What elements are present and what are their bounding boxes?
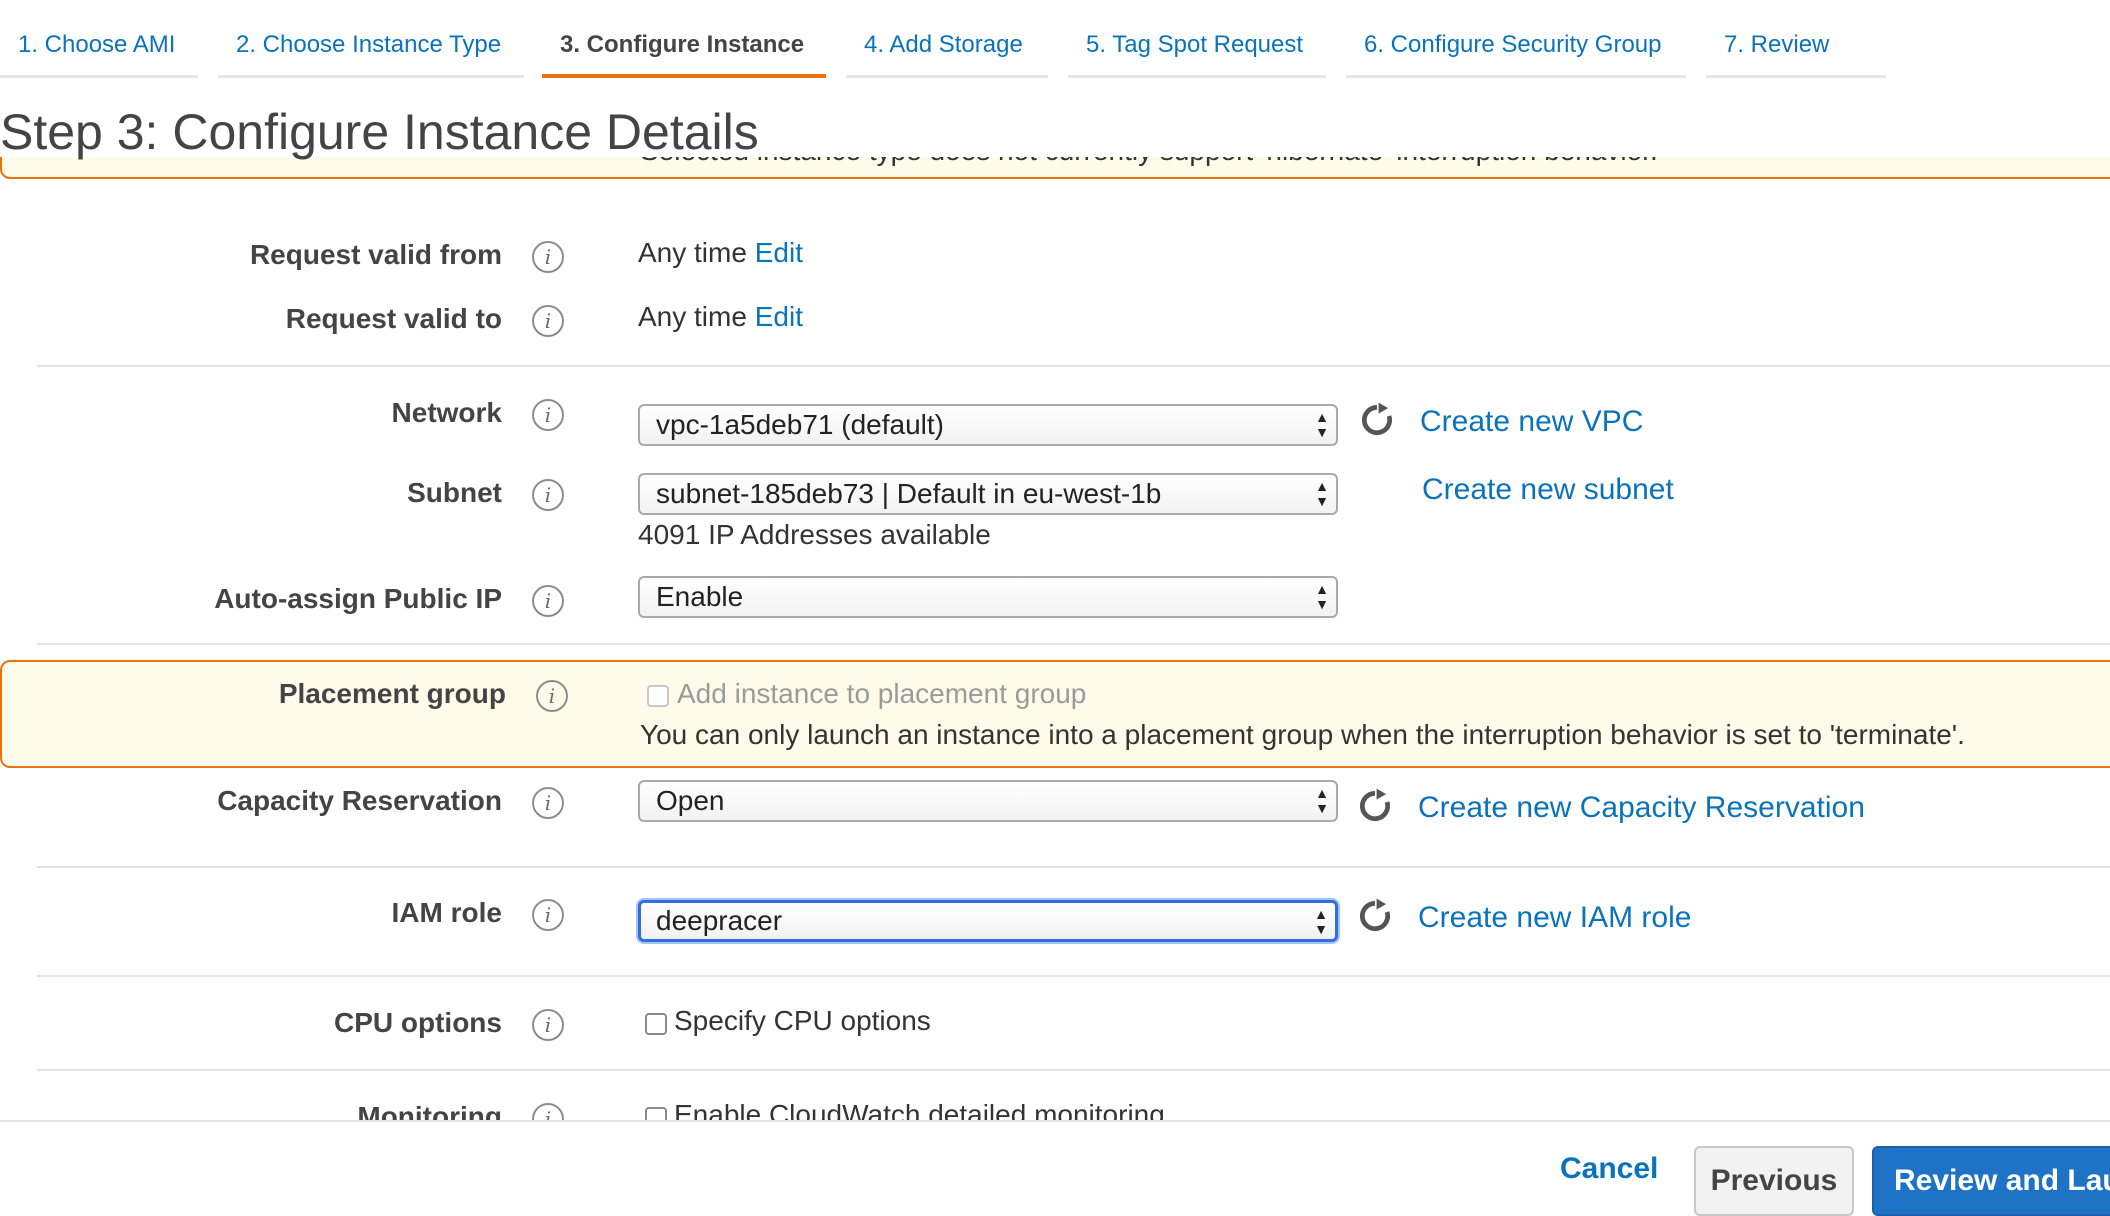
wizard-tabs: 1. Choose AMI 2. Choose Instance Type 3.… xyxy=(0,0,2110,78)
info-icon[interactable]: i xyxy=(532,899,564,931)
divider xyxy=(37,975,2110,977)
tab-choose-instance-type[interactable]: 2. Choose Instance Type xyxy=(218,0,524,78)
placement-group-label: Placement group xyxy=(278,678,506,709)
monitoring-checkbox[interactable] xyxy=(645,1107,667,1120)
cpu-options-label: CPU options xyxy=(334,1007,502,1038)
auto-assign-ip-select[interactable]: Enable ▲ ▼ xyxy=(638,576,1338,618)
info-icon[interactable]: i xyxy=(532,787,564,819)
monitoring-checkbox-label: Enable CloudWatch detailed monitoring xyxy=(674,1099,1165,1120)
info-icon[interactable]: i xyxy=(532,305,564,337)
auto-assign-ip-label: Auto-assign Public IP xyxy=(214,583,502,614)
subnet-label: Subnet xyxy=(407,477,502,508)
select-arrows-icon: ▲ ▼ xyxy=(1315,785,1329,816)
iam-role-select[interactable]: deepracer ▲ ▼ xyxy=(638,900,1338,942)
tab-configure-security-group[interactable]: 6. Configure Security Group xyxy=(1346,0,1686,78)
iam-role-label: IAM role xyxy=(391,897,502,928)
refresh-icon[interactable] xyxy=(1356,787,1394,825)
divider xyxy=(37,643,2110,645)
divider xyxy=(37,365,2110,367)
configure-instance-form[interactable]: Selected instance type does not currentl… xyxy=(0,157,2110,1120)
placement-group-checkbox[interactable] xyxy=(647,685,669,707)
select-arrows-icon: ▲ ▼ xyxy=(1315,478,1329,509)
tab-add-storage[interactable]: 4. Add Storage xyxy=(846,0,1048,78)
network-label: Network xyxy=(391,397,502,428)
subnet-select[interactable]: subnet-185deb73 | Default in eu-west-1b … xyxy=(638,473,1338,515)
network-select[interactable]: vpc-1a5deb71 (default) ▲ ▼ xyxy=(638,404,1338,446)
select-arrows-icon: ▲ ▼ xyxy=(1315,581,1329,612)
request-valid-from-edit-link[interactable]: Edit xyxy=(755,237,803,268)
select-arrows-icon: ▲ ▼ xyxy=(1314,906,1328,937)
placement-group-checkbox-label: Add instance to placement group xyxy=(677,678,1087,709)
request-valid-to-value: Any time Edit xyxy=(638,301,803,332)
placement-group-warning-box: Placement group i Add instance to placem… xyxy=(0,660,2110,768)
cancel-button[interactable]: Cancel xyxy=(1560,1152,1658,1186)
wizard-footer: Cancel Previous Review and Launch xyxy=(0,1120,2110,1216)
request-valid-to-edit-link[interactable]: Edit xyxy=(755,301,803,332)
info-icon[interactable]: i xyxy=(532,399,564,431)
select-arrows-icon: ▲ ▼ xyxy=(1315,409,1329,440)
info-icon[interactable]: i xyxy=(536,680,568,712)
create-iam-role-link[interactable]: Create new IAM role xyxy=(1418,901,1691,935)
refresh-icon[interactable] xyxy=(1358,401,1396,439)
info-icon[interactable]: i xyxy=(532,585,564,617)
placement-group-warning-text: You can only launch an instance into a p… xyxy=(640,719,1965,750)
create-capacity-reservation-link[interactable]: Create new Capacity Reservation xyxy=(1418,791,1865,825)
info-icon[interactable]: i xyxy=(532,1009,564,1041)
create-vpc-link[interactable]: Create new VPC xyxy=(1420,405,1643,439)
divider xyxy=(37,866,2110,868)
monitoring-label: Monitoring xyxy=(357,1101,502,1120)
tab-tag-spot-request[interactable]: 5. Tag Spot Request xyxy=(1068,0,1326,78)
tab-choose-ami[interactable]: 1. Choose AMI xyxy=(0,0,198,78)
subnet-ip-availability: 4091 IP Addresses available xyxy=(638,519,991,550)
info-icon[interactable]: i xyxy=(532,241,564,273)
page-title: Step 3: Configure Instance Details xyxy=(0,104,759,160)
info-icon[interactable]: i xyxy=(532,479,564,511)
request-valid-to-label: Request valid to xyxy=(285,303,502,334)
tab-review[interactable]: 7. Review xyxy=(1706,0,1886,78)
info-icon[interactable]: i xyxy=(532,1103,564,1120)
create-subnet-link[interactable]: Create new subnet xyxy=(1422,473,1674,507)
interruption-warning-text: Selected instance type does not currentl… xyxy=(640,157,1658,167)
capacity-reservation-select[interactable]: Open ▲ ▼ xyxy=(638,780,1338,822)
divider xyxy=(37,1069,2110,1071)
refresh-icon[interactable] xyxy=(1356,897,1394,935)
capacity-reservation-label: Capacity Reservation xyxy=(217,785,502,816)
cpu-options-checkbox[interactable] xyxy=(645,1013,667,1035)
request-valid-from-label: Request valid from xyxy=(249,239,502,270)
cpu-options-checkbox-label: Specify CPU options xyxy=(674,1005,931,1036)
tab-configure-instance[interactable]: 3. Configure Instance xyxy=(542,0,826,78)
request-valid-from-value: Any time Edit xyxy=(638,237,803,268)
